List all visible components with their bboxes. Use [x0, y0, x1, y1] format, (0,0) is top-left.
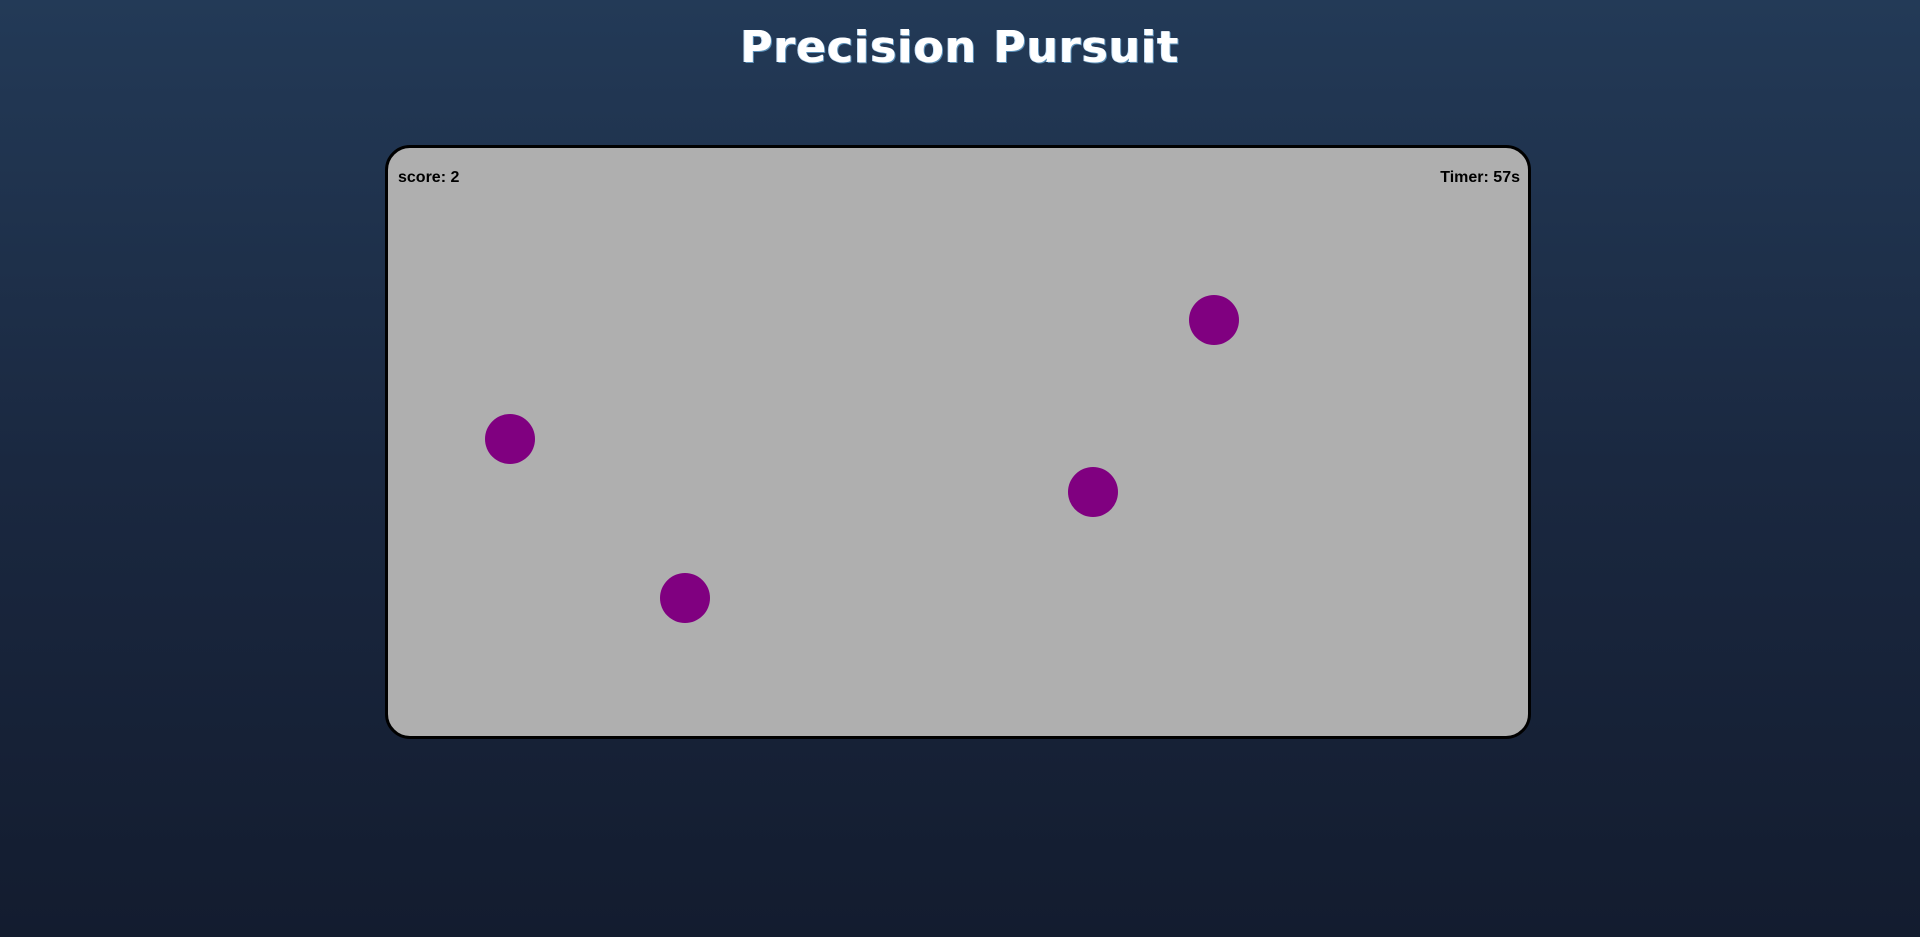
target-circle[interactable]	[660, 573, 710, 623]
target-circle[interactable]	[1189, 295, 1239, 345]
game-title: Precision Pursuit	[740, 22, 1180, 73]
target-circle[interactable]	[1068, 467, 1118, 517]
target-circle[interactable]	[485, 414, 535, 464]
game-board[interactable]: score: 2 Timer: 57s	[385, 145, 1531, 739]
timer-display: Timer: 57s	[1440, 169, 1520, 186]
score-display: score: 2	[398, 169, 460, 186]
